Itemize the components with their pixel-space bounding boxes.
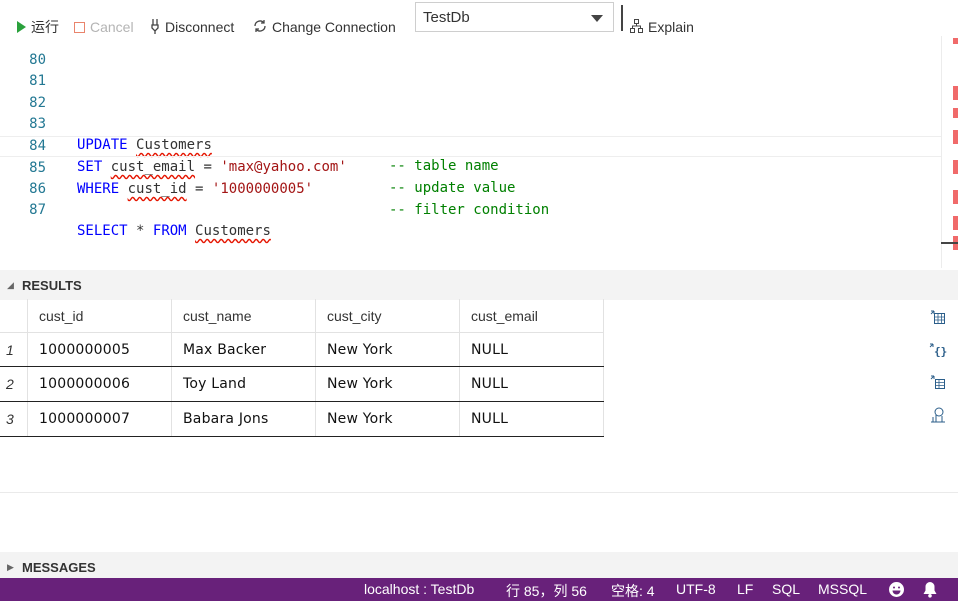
table-row[interactable]: 3 1000000007 Babara Jons New York NULL — [0, 402, 604, 437]
column-header[interactable]: cust_email — [460, 299, 604, 332]
feedback-smiley-icon[interactable] — [888, 581, 905, 601]
database-select[interactable]: TestDb — [415, 2, 614, 32]
query-toolbar: 运行 Cancel Disconnect Change Connection T… — [0, 0, 958, 36]
status-language[interactable]: SQL — [772, 581, 800, 597]
refresh-connection-icon — [253, 19, 267, 36]
error-marker — [953, 216, 958, 230]
sql-comment: -- filter condition — [389, 202, 550, 218]
code-text: SELECT * FROM Customers — [77, 221, 271, 242]
export-json-icon[interactable]: {} — [927, 339, 949, 361]
error-marker — [953, 108, 958, 118]
chart-icon[interactable] — [927, 404, 949, 426]
error-marker — [953, 130, 958, 144]
status-indentation[interactable]: 空格: 4 — [611, 581, 655, 601]
line-number: 87 — [29, 202, 46, 218]
export-excel-icon[interactable] — [927, 371, 949, 393]
toolbar-separator — [621, 5, 623, 31]
svg-text:{}: {} — [934, 345, 947, 358]
sql-identifier: Customers — [195, 223, 271, 239]
results-section-header[interactable]: ◢ RESULTS — [0, 270, 958, 300]
column-header[interactable]: cust_id — [28, 299, 172, 332]
row-number-header — [0, 299, 28, 332]
error-marker — [953, 38, 958, 44]
run-label: 运行 — [31, 19, 59, 35]
notifications-bell-icon[interactable] — [922, 581, 938, 601]
collapse-triangle-icon: ◢ — [7, 279, 14, 290]
table-row[interactable]: 2 1000000006 Toy Land New York NULL — [0, 367, 604, 402]
sql-keyword: FROM — [152, 223, 187, 239]
row-number: 3 — [0, 402, 28, 436]
error-marker — [953, 160, 958, 174]
table-cell[interactable]: Babara Jons — [172, 402, 316, 436]
error-marker — [953, 86, 958, 100]
table-cell[interactable]: Max Backer — [172, 333, 316, 366]
explain-tree-icon — [630, 18, 643, 36]
sql-operator: * — [136, 223, 145, 239]
editor-line: 80 — [0, 36, 942, 68]
disconnect-icon — [150, 18, 160, 37]
editor-line: 82 — [0, 72, 942, 111]
status-eol[interactable]: LF — [737, 581, 753, 597]
results-title: RESULTS — [22, 277, 82, 293]
column-header[interactable]: cust_name — [172, 299, 316, 332]
table-row[interactable]: 1 1000000005 Max Backer New York NULL — [0, 333, 604, 367]
disconnect-label: Disconnect — [165, 19, 235, 35]
editor-line: 83 UPDATE Customers -- table name — [0, 93, 942, 174]
row-number: 1 — [0, 333, 28, 366]
chevron-down-icon — [591, 15, 603, 22]
status-cursor-position[interactable]: 行 85，列 56 — [506, 581, 587, 601]
export-csv-icon[interactable] — [927, 306, 949, 328]
editor-line: 86 — [0, 158, 942, 197]
table-cell[interactable]: 1000000007 — [28, 402, 172, 436]
editor-line: 84 SET cust_email = 'max@yahoo.com' -- u… — [0, 115, 942, 196]
database-select-value: TestDb — [423, 8, 470, 26]
table-cell[interactable]: NULL — [460, 402, 604, 436]
table-cell[interactable]: 1000000006 — [28, 367, 172, 401]
table-cell[interactable]: 1000000005 — [28, 333, 172, 366]
explain-label: Explain — [648, 19, 694, 35]
status-bar: localhost : TestDb 行 85，列 56 空格: 4 UTF-8… — [0, 578, 958, 601]
editor-line: 81 — [0, 50, 942, 89]
table-cell[interactable]: New York — [316, 402, 460, 436]
status-encoding[interactable]: UTF-8 — [676, 581, 716, 597]
play-icon — [17, 21, 26, 33]
editor-line: 87 SELECT * FROM Customers — [0, 179, 942, 239]
table-cell[interactable]: NULL — [460, 333, 604, 366]
editor-overview-ruler[interactable] — [941, 36, 958, 268]
error-marker — [953, 190, 958, 204]
table-cell[interactable]: New York — [316, 367, 460, 401]
stop-icon — [74, 21, 85, 33]
messages-title: MESSAGES — [22, 559, 96, 575]
column-header[interactable]: cust_city — [316, 299, 460, 332]
sql-keyword: SELECT — [77, 223, 128, 239]
status-connection[interactable]: localhost : TestDb — [364, 581, 474, 597]
expand-triangle-icon: ▶ — [7, 561, 14, 572]
table-cell[interactable]: Toy Land — [172, 367, 316, 401]
cancel-label: Cancel — [90, 19, 134, 35]
status-dialect[interactable]: MSSQL — [818, 581, 867, 597]
change-connection-label: Change Connection — [272, 19, 396, 35]
table-cell[interactable]: New York — [316, 333, 460, 366]
cursor-position-marker — [941, 242, 958, 244]
results-divider — [0, 492, 958, 493]
sql-editor[interactable]: 80 81 82 83 UPDATE Customers -- table na… — [0, 36, 958, 268]
table-cell[interactable]: NULL — [460, 367, 604, 401]
grid-header-row: cust_id cust_name cust_city cust_email — [0, 299, 604, 333]
row-number: 2 — [0, 367, 28, 401]
editor-line-current: 85 WHERE cust_id = '1000000005' -- filte… — [0, 136, 942, 218]
